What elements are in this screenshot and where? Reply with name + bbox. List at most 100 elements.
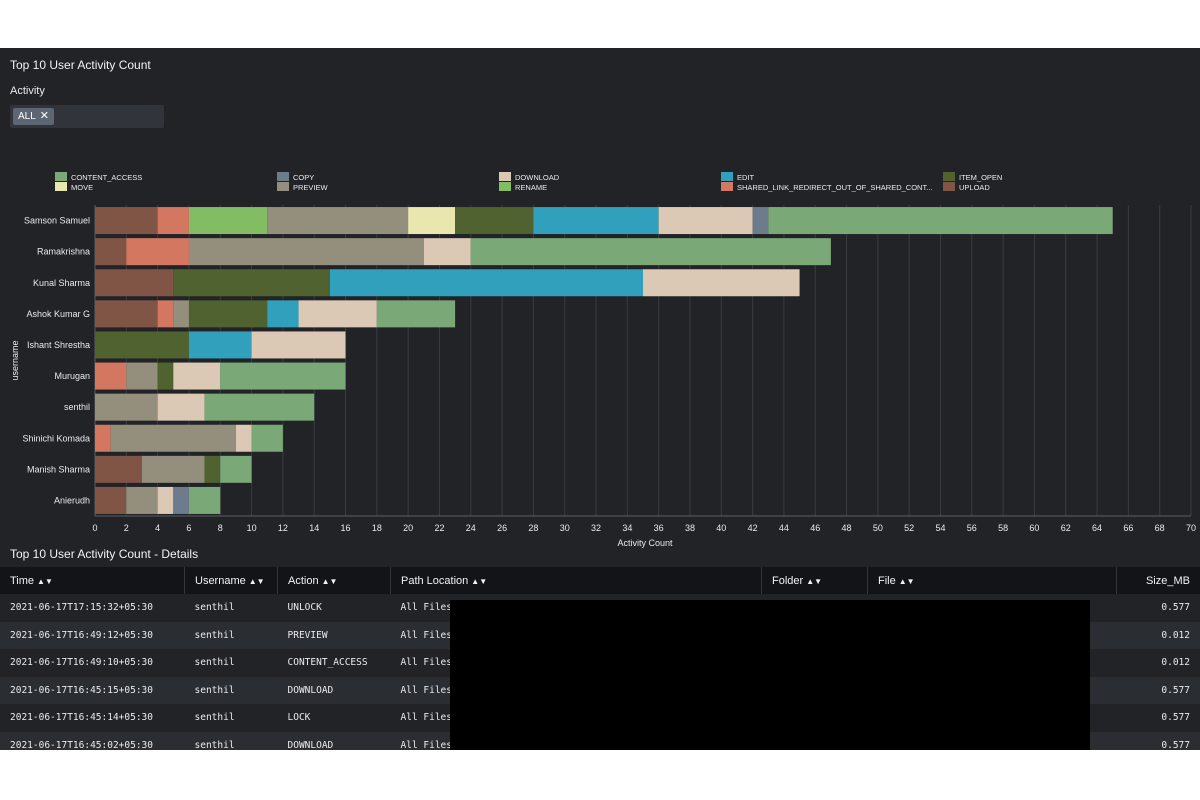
category-label: Samson Samuel xyxy=(24,216,90,226)
bar-segment xyxy=(157,362,174,390)
legend-swatch xyxy=(499,182,511,191)
x-tick-label: 6 xyxy=(186,523,191,533)
category-label: Ishant Shrestha xyxy=(27,340,90,350)
legend-label: SHARED_LINK_REDIRECT_OUT_OF_SHARED_CONT.… xyxy=(737,183,932,192)
bar-segment xyxy=(188,331,252,359)
cell-action: PREVIEW xyxy=(277,621,391,649)
column-header-size-mb[interactable]: Size_MB xyxy=(1116,567,1200,594)
column-header-file[interactable]: File ▲▼ xyxy=(867,567,1117,594)
cell-action: UNLOCK xyxy=(277,594,391,622)
legend-label: EDIT xyxy=(737,173,755,182)
bar-segment xyxy=(188,300,268,328)
bar-segment xyxy=(95,455,142,483)
x-tick-label: 28 xyxy=(528,523,538,533)
cell-size-mb: 0.577 xyxy=(1116,594,1200,622)
legend-swatch xyxy=(721,182,733,191)
legend-label: UPLOAD xyxy=(959,183,990,192)
legend-label: COPY xyxy=(293,173,314,182)
bar-segment xyxy=(173,300,189,328)
bar-segment xyxy=(752,207,769,235)
x-tick-label: 38 xyxy=(685,523,695,533)
close-icon[interactable]: ✕ xyxy=(40,108,49,125)
x-tick-label: 24 xyxy=(466,523,476,533)
stacked-bar-chart: 0 2 4 6 8 10 12 14 16 18 20 22 24 26 28 30 32 34 36 38 40 42 4… xyxy=(10,172,1196,548)
bar-segment xyxy=(157,486,174,514)
activity-filter-input[interactable]: ALL ✕ xyxy=(10,105,164,128)
cell-username: senthil xyxy=(184,621,278,649)
bar-segment xyxy=(267,300,299,328)
category-label: Murugan xyxy=(54,371,90,381)
bar-segment xyxy=(95,238,127,266)
bar-segment xyxy=(220,455,252,483)
sort-icon: ▲▼ xyxy=(37,576,53,586)
y-axis-title: username xyxy=(10,340,20,380)
bar-segment xyxy=(173,362,221,390)
redacted-area xyxy=(450,600,1090,750)
filter-chip-all[interactable]: ALL ✕ xyxy=(13,108,55,125)
x-tick-label: 64 xyxy=(1092,523,1102,533)
bar-segment xyxy=(267,207,409,235)
x-tick-label: 18 xyxy=(372,523,382,533)
category-label: Anierudh xyxy=(54,495,90,505)
x-tick-label: 70 xyxy=(1186,523,1196,533)
sort-icon: ▲▼ xyxy=(321,576,338,586)
cell-action: LOCK xyxy=(277,704,391,732)
x-tick-label: 4 xyxy=(155,523,160,533)
legend-swatch xyxy=(721,172,733,181)
cell-size-mb: 0.012 xyxy=(1116,621,1200,649)
x-tick-label: 42 xyxy=(748,523,758,533)
bar-segment xyxy=(423,238,471,266)
details-panel-title: Top 10 User Activity Count - Details xyxy=(10,547,199,561)
x-tick-label: 0 xyxy=(92,523,97,533)
x-tick-label: 46 xyxy=(810,523,820,533)
x-tick-label: 34 xyxy=(622,523,632,533)
x-tick-label: 66 xyxy=(1123,523,1133,533)
column-header-path-location[interactable]: Path Location ▲▼ xyxy=(390,567,762,594)
category-label: Manish Sharma xyxy=(27,464,90,474)
cell-time: 2021-06-17T16:45:02+05:30 xyxy=(0,731,185,750)
bar-segment xyxy=(95,207,158,235)
cell-size-mb: 0.577 xyxy=(1116,731,1200,750)
bar-segment xyxy=(376,300,456,328)
cell-action: DOWNLOAD xyxy=(277,676,391,704)
filter-chip-label: ALL xyxy=(18,111,36,122)
column-header-username[interactable]: Username ▲▼ xyxy=(184,567,278,594)
column-header-time[interactable]: Time ▲▼ xyxy=(0,567,185,594)
column-header-action[interactable]: Action ▲▼ xyxy=(277,567,391,594)
x-tick-label: 10 xyxy=(247,523,257,533)
bar-segment xyxy=(126,362,158,390)
bar-segment xyxy=(110,424,236,452)
bar-segment xyxy=(470,238,831,266)
bar-segment xyxy=(533,207,659,235)
category-label: senthil xyxy=(64,402,90,412)
bar-segment xyxy=(157,300,174,328)
cell-username: senthil xyxy=(184,649,278,677)
bar-segment xyxy=(455,207,534,235)
x-tick-label: 36 xyxy=(654,523,664,533)
x-tick-label: 22 xyxy=(434,523,444,533)
bar-segment xyxy=(298,300,377,328)
bar-segment xyxy=(95,269,174,297)
legend-swatch xyxy=(55,182,67,191)
x-tick-label: 54 xyxy=(935,523,945,533)
column-header-folder[interactable]: Folder ▲▼ xyxy=(761,567,868,594)
x-tick-label: 52 xyxy=(904,523,914,533)
x-tick-label: 26 xyxy=(497,523,507,533)
bar-segment xyxy=(95,486,127,514)
x-tick-label: 16 xyxy=(341,523,351,533)
sort-icon: ▲▼ xyxy=(248,576,265,586)
legend-label: RENAME xyxy=(515,183,547,192)
legend-swatch xyxy=(943,172,955,181)
bar-segment xyxy=(95,300,158,328)
x-tick-label: 50 xyxy=(873,523,883,533)
bar-segment xyxy=(329,269,643,297)
bar-segment xyxy=(141,455,205,483)
bar-segment xyxy=(188,238,424,266)
cell-time: 2021-06-17T16:45:15+05:30 xyxy=(0,676,185,704)
cell-action: CONTENT_ACCESS xyxy=(277,649,391,677)
category-label: Ashok Kumar G xyxy=(26,309,90,319)
sort-icon: ▲▼ xyxy=(471,576,488,586)
bar-segment xyxy=(204,455,221,483)
bar-segment xyxy=(408,207,456,235)
cell-username: senthil xyxy=(184,676,278,704)
